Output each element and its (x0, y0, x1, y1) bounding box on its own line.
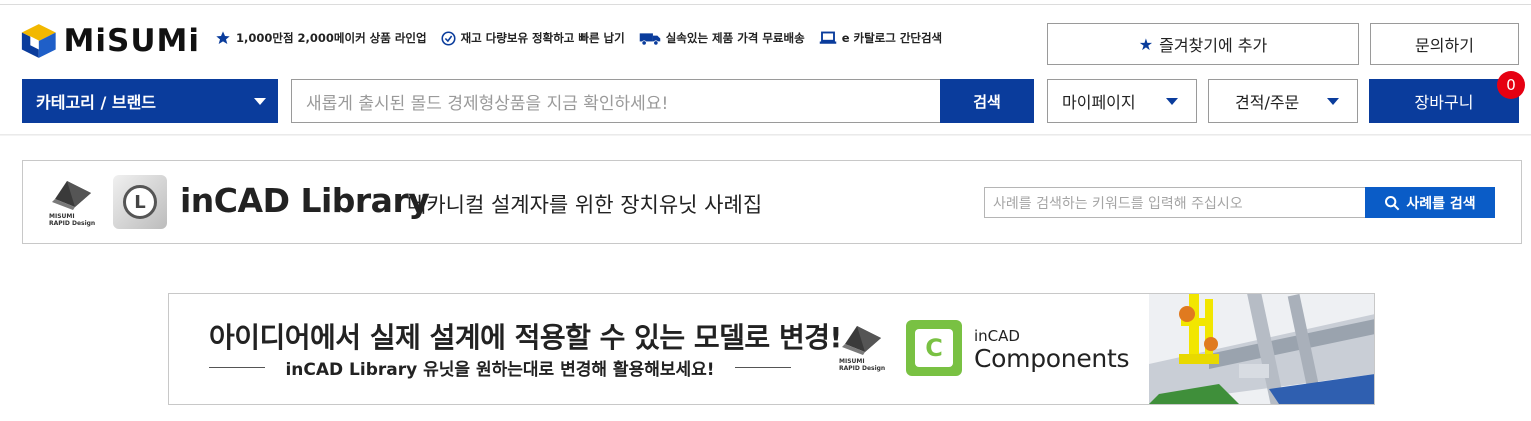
feature-lineup-label: 1,000만점 2,000메이커 상품 라인업 (236, 31, 427, 45)
contact-label: 문의하기 (1415, 36, 1474, 55)
incad-components-promo-banner[interactable]: 아이디어에서 실제 설계에 적용할 수 있는 모델로 변경! inCAD Lib… (168, 293, 1375, 405)
rapid-brand: MISUMI (839, 358, 865, 365)
promo-brand-small: inCAD (974, 327, 1020, 345)
truck-icon (639, 31, 661, 46)
add-favorite-button[interactable]: ★ 즐겨찾기에 추가 (1047, 23, 1359, 65)
chevron-down-icon (1166, 97, 1178, 105)
incad-library-subtitle: 메카니컬 설계자를 위한 장치유닛 사례집 (407, 193, 763, 217)
top-divider (0, 4, 1531, 5)
search-placeholder: 새롭게 출시된 몰드 경제형상품을 지금 확인하세요! (306, 93, 669, 114)
star-icon (215, 30, 231, 46)
search-button[interactable]: 검색 (940, 79, 1034, 123)
category-brand-label: 카테고리 / 브랜드 (36, 93, 157, 112)
laptop-icon (819, 31, 837, 46)
rapid-design-logo: MISUMI RAPID Design (839, 324, 889, 374)
case-search-placeholder: 사례를 검색하는 키워드를 입력해 주십시오 (993, 195, 1243, 212)
category-brand-dropdown[interactable]: 카테고리 / 브랜드 (22, 79, 278, 123)
feature-stock: 재고 다량보유 정확하고 빠른 납기 (441, 30, 625, 46)
cart-label: 장바구니 (1414, 93, 1474, 112)
feature-stock-label: 재고 다량보유 정확하고 빠른 납기 (460, 31, 625, 45)
feature-catalog: e 카탈로그 간단검색 (819, 30, 942, 46)
divider-line (209, 366, 266, 368)
cart-count-badge: 0 (1497, 71, 1525, 99)
logo-text: MiSUMi (63, 23, 200, 59)
misumi-logo[interactable]: MiSUMi (20, 20, 200, 62)
case-search-input[interactable]: 사례를 검색하는 키워드를 입력해 주십시오 (984, 187, 1366, 218)
misumi-cube-icon (21, 24, 56, 58)
search-button-label: 검색 (973, 92, 1001, 111)
incad-library-banner: MISUMI RAPID Design L inCAD Library 메카니컬… (22, 160, 1522, 244)
feature-shipping-label: 실속있는 제품 가격 무료배송 (665, 31, 805, 45)
promo-title: 아이디어에서 실제 설계에 적용할 수 있는 모델로 변경! (209, 321, 842, 354)
add-favorite-label: 즐겨찾기에 추가 (1159, 36, 1268, 55)
feature-shipping: 실속있는 제품 가격 무료배송 (639, 30, 805, 46)
rapid-design-icon (842, 326, 881, 355)
case-search-button[interactable]: 사례를 검색 (1365, 187, 1495, 218)
machine-component-illustration (1149, 294, 1374, 404)
divider-line (734, 366, 791, 368)
case-search-label: 사례를 검색 (1406, 195, 1476, 212)
promo-subtitle-row: inCAD Library 유닛을 원하는대로 변경해 활용해보세요! (209, 356, 791, 380)
incad-library-icon: L (113, 175, 167, 229)
contact-button[interactable]: 문의하기 (1370, 23, 1519, 65)
header-divider (0, 134, 1531, 136)
incad-components-icon: C (906, 320, 962, 376)
chevron-down-icon (254, 97, 266, 105)
chevron-down-icon (1327, 97, 1339, 105)
rapid-design-text: RAPID Design (49, 220, 96, 227)
rapid-design-text: RAPID Design (839, 365, 886, 372)
mypage-dropdown[interactable]: 마이페이지 (1047, 79, 1197, 123)
feature-strip: 1,000만점 2,000메이커 상품 라인업 재고 다량보유 정확하고 빠른 … (215, 30, 942, 46)
promo-subtitle: inCAD Library 유닛을 원하는대로 변경해 활용해보세요! (285, 359, 715, 380)
mypage-label: 마이페이지 (1062, 93, 1136, 112)
feature-catalog-label: e 카탈로그 간단검색 (841, 31, 943, 45)
search-icon (1385, 195, 1400, 210)
feature-lineup: 1,000만점 2,000메이커 상품 라인업 (215, 30, 427, 46)
search-input[interactable]: 새롭게 출시된 몰드 경제형상품을 지금 확인하세요! (291, 79, 941, 123)
rapid-design-icon (52, 181, 91, 210)
star-icon: ★ (1138, 34, 1154, 54)
promo-brand-big: Components (974, 344, 1130, 373)
quote-order-dropdown[interactable]: 견적/주문 (1208, 79, 1358, 123)
rapid-brand: MISUMI (49, 213, 75, 220)
check-circle-icon (441, 30, 456, 46)
quote-order-label: 견적/주문 (1235, 93, 1300, 112)
rapid-design-logo: MISUMI RAPID Design (49, 179, 99, 231)
incad-library-title[interactable]: inCAD Library (180, 181, 430, 220)
